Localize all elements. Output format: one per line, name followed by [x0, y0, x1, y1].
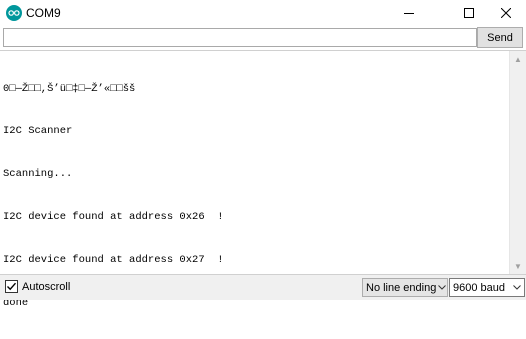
send-button[interactable]: Send: [477, 27, 523, 48]
output-line: I2C Scanner: [3, 125, 73, 138]
close-button[interactable]: [486, 0, 526, 26]
baud-rate-value: 9600 baud: [453, 281, 510, 294]
chevron-down-icon: [436, 279, 447, 296]
scroll-up-arrow-icon[interactable]: ▲: [510, 51, 526, 67]
scroll-down-arrow-icon[interactable]: ▼: [510, 258, 526, 274]
title-bar: COM9: [0, 0, 526, 26]
autoscroll-toggle[interactable]: Autoscroll: [5, 280, 70, 293]
line-ending-value: No line ending: [366, 281, 437, 294]
checkmark-icon: [7, 282, 17, 291]
minimize-icon: [404, 13, 414, 14]
maximize-icon: [464, 8, 474, 18]
baud-rate-select[interactable]: 9600 baud: [449, 278, 525, 297]
output-line: 0□—Ž□□,Š’ü□‡□—Ž’«□□šš: [3, 82, 136, 95]
vertical-scrollbar[interactable]: ▲ ▼: [509, 51, 526, 274]
serial-input[interactable]: [3, 28, 477, 47]
serial-output[interactable]: 0□—Ž□□,Š’ü□‡□—Ž’«□□šš I2C Scanner Scanni…: [0, 50, 526, 309]
window-title: COM9: [26, 6, 61, 20]
chevron-down-icon: [510, 279, 524, 296]
autoscroll-label: Autoscroll: [22, 280, 71, 293]
output-line: Scanning...: [3, 168, 73, 181]
autoscroll-checkbox[interactable]: [5, 280, 18, 293]
output-line: I2C device found at address 0x27 !: [3, 254, 224, 267]
output-line: I2C device found at address 0x26 !: [3, 211, 224, 224]
close-icon: [501, 8, 511, 18]
status-bar: Autoscroll No line ending 9600 baud: [0, 275, 526, 300]
line-ending-select[interactable]: No line ending: [362, 278, 448, 297]
minimize-button[interactable]: [386, 0, 432, 26]
arduino-icon: [6, 5, 22, 21]
